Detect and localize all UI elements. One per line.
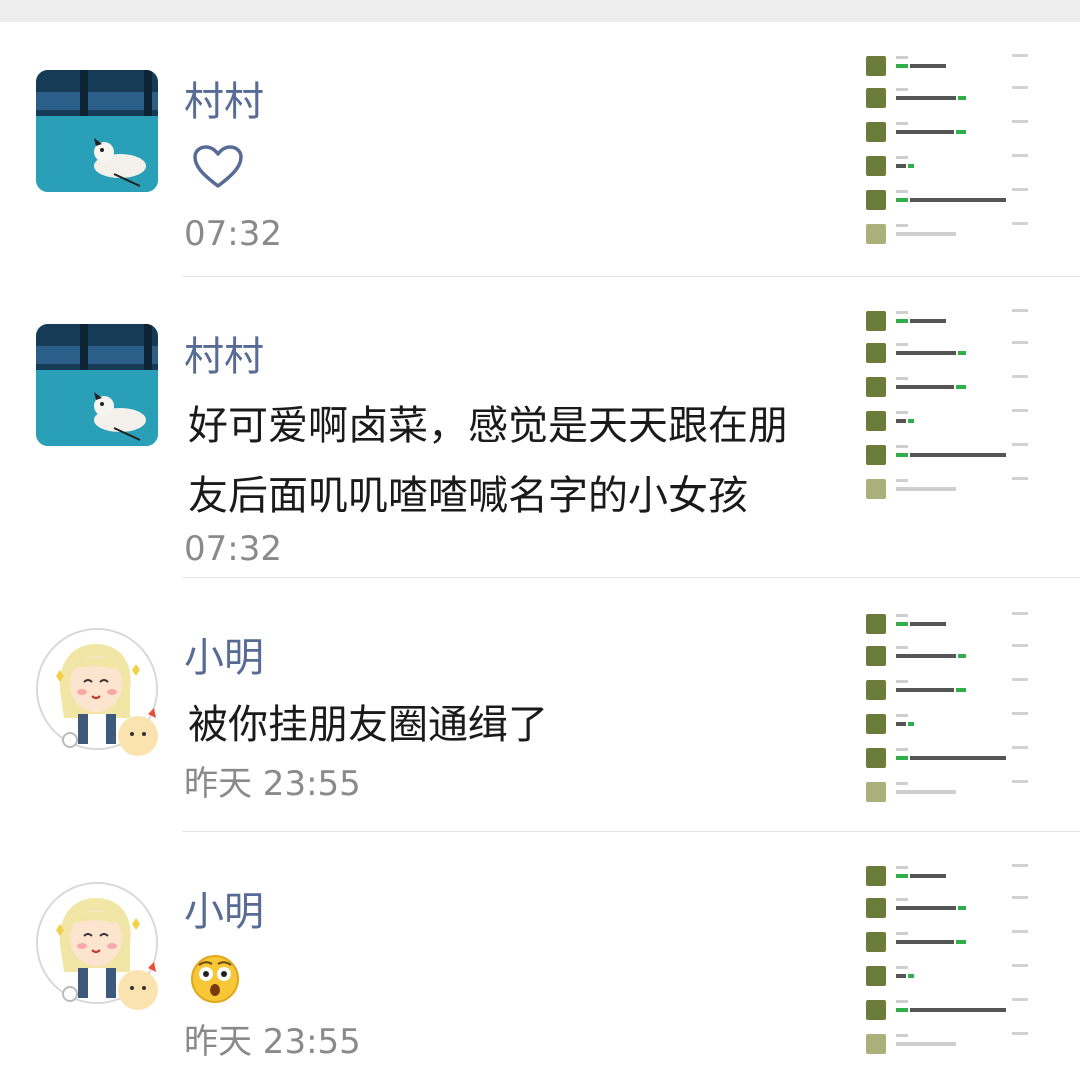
comment-text: 被你挂朋友圈通缉了 (188, 702, 548, 748)
comment-item[interactable]: 小明 被你挂朋友圈通缉了 昨天 23:55 (0, 578, 1080, 831)
avatar[interactable] (36, 70, 158, 192)
thumb-row (866, 644, 1034, 668)
moment-thumbnail[interactable] (862, 860, 1040, 1054)
top-bar (0, 0, 1080, 22)
heart-icon (193, 145, 243, 188)
moment-thumbnail[interactable] (862, 608, 1040, 802)
thumb-row (866, 712, 1034, 736)
thumb-row (866, 86, 1034, 110)
thumb-row (866, 341, 1034, 365)
username[interactable]: 小明 (184, 634, 264, 682)
dog-photo-avatar-icon (36, 324, 158, 446)
comment-time: 昨天 23:55 (184, 764, 361, 804)
thumb-row (866, 896, 1034, 920)
moment-thumbnail[interactable] (862, 50, 1040, 244)
avatar[interactable] (36, 324, 158, 446)
thumb-row (866, 375, 1034, 399)
thumb-row (866, 409, 1034, 433)
comment-item[interactable]: 村村 07:32 (0, 22, 1080, 276)
shocked-face-emoji-icon (191, 955, 239, 1003)
comment-text: 好可爱啊卤菜，感觉是天天跟在朋 友后面叽叽喳喳喊名字的小女孩 (188, 391, 848, 531)
thumb-row (866, 930, 1034, 954)
cartoon-girl-avatar-icon (38, 630, 158, 756)
thumb-row (866, 864, 1034, 888)
thumb-row (866, 1032, 1034, 1056)
avatar[interactable] (36, 882, 158, 1010)
thumb-row (866, 309, 1034, 333)
thumb-row (866, 154, 1034, 178)
username[interactable]: 村村 (184, 78, 264, 126)
username[interactable]: 村村 (184, 333, 264, 381)
thumb-row (866, 964, 1034, 988)
thumb-row (866, 780, 1034, 804)
comment-item[interactable]: 村村 好可爱啊卤菜，感觉是天天跟在朋 友后面叽叽喳喳喊名字的小女孩 07:32 (0, 277, 1080, 577)
moment-thumbnail[interactable] (862, 305, 1040, 499)
thumb-row (866, 998, 1034, 1022)
comment-time: 07:32 (184, 214, 282, 254)
username[interactable]: 小明 (184, 888, 264, 936)
dog-photo-avatar-icon (36, 70, 158, 192)
comment-item[interactable]: 小明 昨天 23:55 (0, 832, 1080, 1067)
avatar[interactable] (36, 628, 158, 756)
thumb-row (866, 188, 1034, 212)
thumb-row (866, 443, 1034, 467)
thumb-row (866, 120, 1034, 144)
thumb-row (866, 746, 1034, 770)
comment-time: 昨天 23:55 (184, 1022, 361, 1062)
comment-text-line: 友后面叽叽喳喳喊名字的小女孩 (188, 473, 748, 519)
thumb-row (866, 612, 1034, 636)
comment-time: 07:32 (184, 529, 282, 569)
thumb-row (866, 54, 1034, 78)
cartoon-girl-avatar-icon (38, 884, 158, 1010)
comment-text-line: 好可爱啊卤菜，感觉是天天跟在朋 (188, 403, 788, 449)
thumb-row (866, 678, 1034, 702)
thumb-row (866, 222, 1034, 246)
thumb-row (866, 477, 1034, 501)
